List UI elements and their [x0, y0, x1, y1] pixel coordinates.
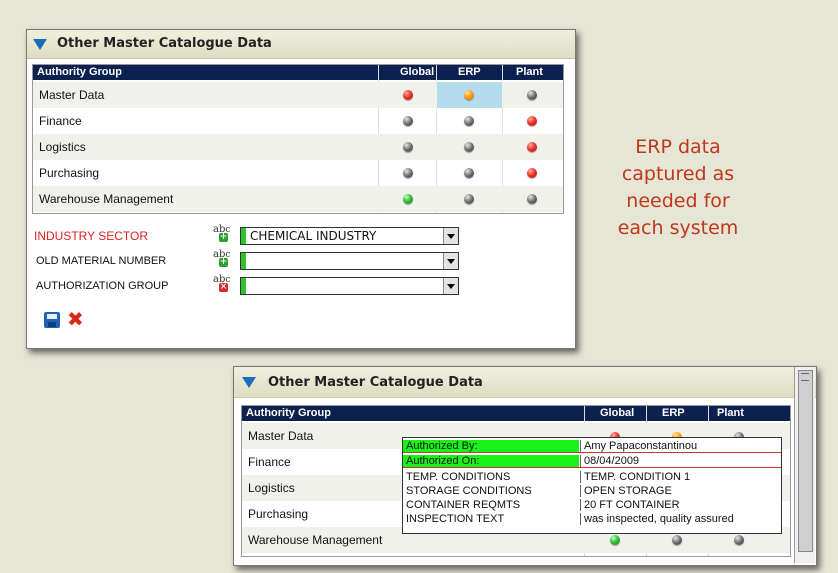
status-global-grey-icon[interactable] [403, 142, 413, 152]
table-row[interactable]: Purchasing [33, 160, 563, 186]
row-label: Warehouse Management [39, 192, 174, 206]
caption-line: captured as [621, 163, 735, 185]
grid-header: Authority Group Global ERP Plant [33, 65, 563, 80]
authority-grid: Authority Group Global ERP Plant Master … [32, 64, 564, 214]
row-label: Master Data [248, 429, 314, 443]
tooltip-value: 20 FT CONTAINER [580, 499, 781, 511]
status-plant-grey-icon[interactable] [527, 90, 537, 100]
panel-title: Other Master Catalogue Data [268, 375, 483, 390]
abc-add-icon[interactable]: abc + [213, 249, 233, 267]
status-global-green-icon[interactable] [403, 194, 413, 204]
tooltip-key: CONTAINER REQMTS [406, 499, 521, 511]
col-authority-group[interactable]: Authority Group [246, 407, 331, 419]
panel-header[interactable]: Other Master Catalogue Data [234, 367, 816, 398]
col-plant[interactable]: Plant [516, 66, 543, 78]
tooltip-key: INSPECTION TEXT [406, 513, 505, 525]
tooltip-value: OPEN STORAGE [580, 485, 781, 497]
table-row[interactable]: Logistics [33, 134, 563, 160]
abc-remove-icon[interactable]: abc × [213, 274, 233, 292]
tooltip-key: Authorized By: [403, 440, 579, 452]
tooltip-value: Amy Papaconstantinou [580, 440, 781, 452]
table-row[interactable]: Master Data [33, 82, 563, 108]
table-row[interactable]: Finance [33, 108, 563, 134]
authorization-tooltip: Authorized By: Amy Papaconstantinou Auth… [402, 437, 782, 534]
col-erp[interactable]: ERP [458, 66, 481, 78]
tooltip-row: INSPECTION TEXT was inspected, quality a… [403, 513, 781, 525]
tooltip-value: TEMP. CONDITION 1 [580, 471, 781, 483]
row-label: Finance [248, 455, 291, 469]
row-label: Warehouse Management [248, 533, 383, 547]
old-material-number-select[interactable] [240, 252, 459, 270]
chevron-down-icon[interactable] [443, 253, 458, 269]
cancel-icon[interactable]: ✖ [67, 309, 85, 329]
authorization-group-select[interactable] [240, 277, 459, 295]
tooltip-row: TEMP. CONDITIONS TEMP. CONDITION 1 [403, 471, 781, 483]
panel-title: Other Master Catalogue Data [57, 36, 272, 51]
master-catalogue-panel: Other Master Catalogue Data Authority Gr… [26, 29, 576, 349]
old-material-number-label: OLD MATERIAL NUMBER [36, 255, 167, 267]
col-authority-group[interactable]: Authority Group [37, 66, 122, 78]
table-row[interactable]: Warehouse Management [33, 186, 563, 212]
status-plant-red-icon[interactable] [527, 168, 537, 178]
tooltip-row: Authorized On: 08/04/2009 [403, 455, 781, 468]
industry-sector-value: CHEMICAL INDUSTRY [250, 229, 377, 243]
status-erp-orange-icon[interactable] [464, 90, 474, 100]
col-global[interactable]: Global [400, 66, 434, 78]
row-label: Master Data [39, 88, 105, 102]
caption-line: needed for [626, 190, 730, 212]
tooltip-key: STORAGE CONDITIONS [406, 485, 532, 497]
status-plant-red-icon[interactable] [527, 142, 537, 152]
status-global-grey-icon[interactable] [403, 168, 413, 178]
tooltip-row: STORAGE CONDITIONS OPEN STORAGE [403, 485, 781, 497]
collapse-triangle-icon[interactable] [33, 39, 47, 50]
row-label: Logistics [248, 481, 295, 495]
scrollbar[interactable] [794, 367, 815, 563]
panel-header[interactable]: Other Master Catalogue Data [27, 30, 575, 59]
col-global[interactable]: Global [600, 407, 634, 419]
row-label: Finance [39, 114, 82, 128]
master-catalogue-panel-hover: Other Master Catalogue Data Authority Gr… [233, 366, 817, 566]
scroll-grip-icon [801, 373, 809, 381]
authorization-group-label: AUTHORIZATION GROUP [36, 280, 169, 292]
collapse-triangle-icon[interactable] [242, 377, 256, 388]
tooltip-row: Authorized By: Amy Papaconstantinou [403, 440, 781, 453]
status-plant-grey-icon[interactable] [734, 535, 744, 545]
tooltip-value: 08/04/2009 [580, 455, 781, 467]
status-global-green-icon[interactable] [610, 535, 620, 545]
tooltip-key: Authorized On: [403, 455, 579, 467]
chevron-down-icon[interactable] [443, 228, 458, 244]
col-plant[interactable]: Plant [717, 407, 744, 419]
status-plant-red-icon[interactable] [527, 116, 537, 126]
industry-sector-label: INDUSTRY SECTOR [34, 229, 149, 243]
chevron-down-icon[interactable] [443, 278, 458, 294]
status-plant-grey-icon[interactable] [527, 194, 537, 204]
save-icon[interactable] [44, 312, 60, 328]
erp-caption: ERP data captured as needed for each sys… [598, 134, 758, 242]
status-erp-grey-icon[interactable] [464, 168, 474, 178]
abc-add-icon[interactable]: abc + [213, 224, 233, 242]
status-erp-grey-icon[interactable] [672, 535, 682, 545]
industry-sector-select[interactable]: CHEMICAL INDUSTRY [240, 227, 459, 245]
caption-line: ERP data [635, 136, 721, 158]
caption-line: each system [617, 217, 739, 239]
tooltip-row: CONTAINER REQMTS 20 FT CONTAINER [403, 499, 781, 511]
tooltip-key: TEMP. CONDITIONS [406, 471, 511, 483]
field-indicator [241, 253, 246, 269]
field-indicator [241, 278, 246, 294]
status-erp-grey-icon[interactable] [464, 194, 474, 204]
col-erp[interactable]: ERP [662, 407, 685, 419]
row-label: Purchasing [39, 166, 100, 180]
scrollbar-thumb[interactable] [798, 370, 813, 552]
row-label: Logistics [39, 140, 86, 154]
status-global-grey-icon[interactable] [403, 116, 413, 126]
status-global-red-icon[interactable] [403, 90, 413, 100]
status-erp-grey-icon[interactable] [464, 116, 474, 126]
status-erp-grey-icon[interactable] [464, 142, 474, 152]
required-indicator [241, 228, 246, 244]
row-label: Purchasing [248, 507, 309, 521]
tooltip-value: was inspected, quality assured [580, 513, 781, 525]
